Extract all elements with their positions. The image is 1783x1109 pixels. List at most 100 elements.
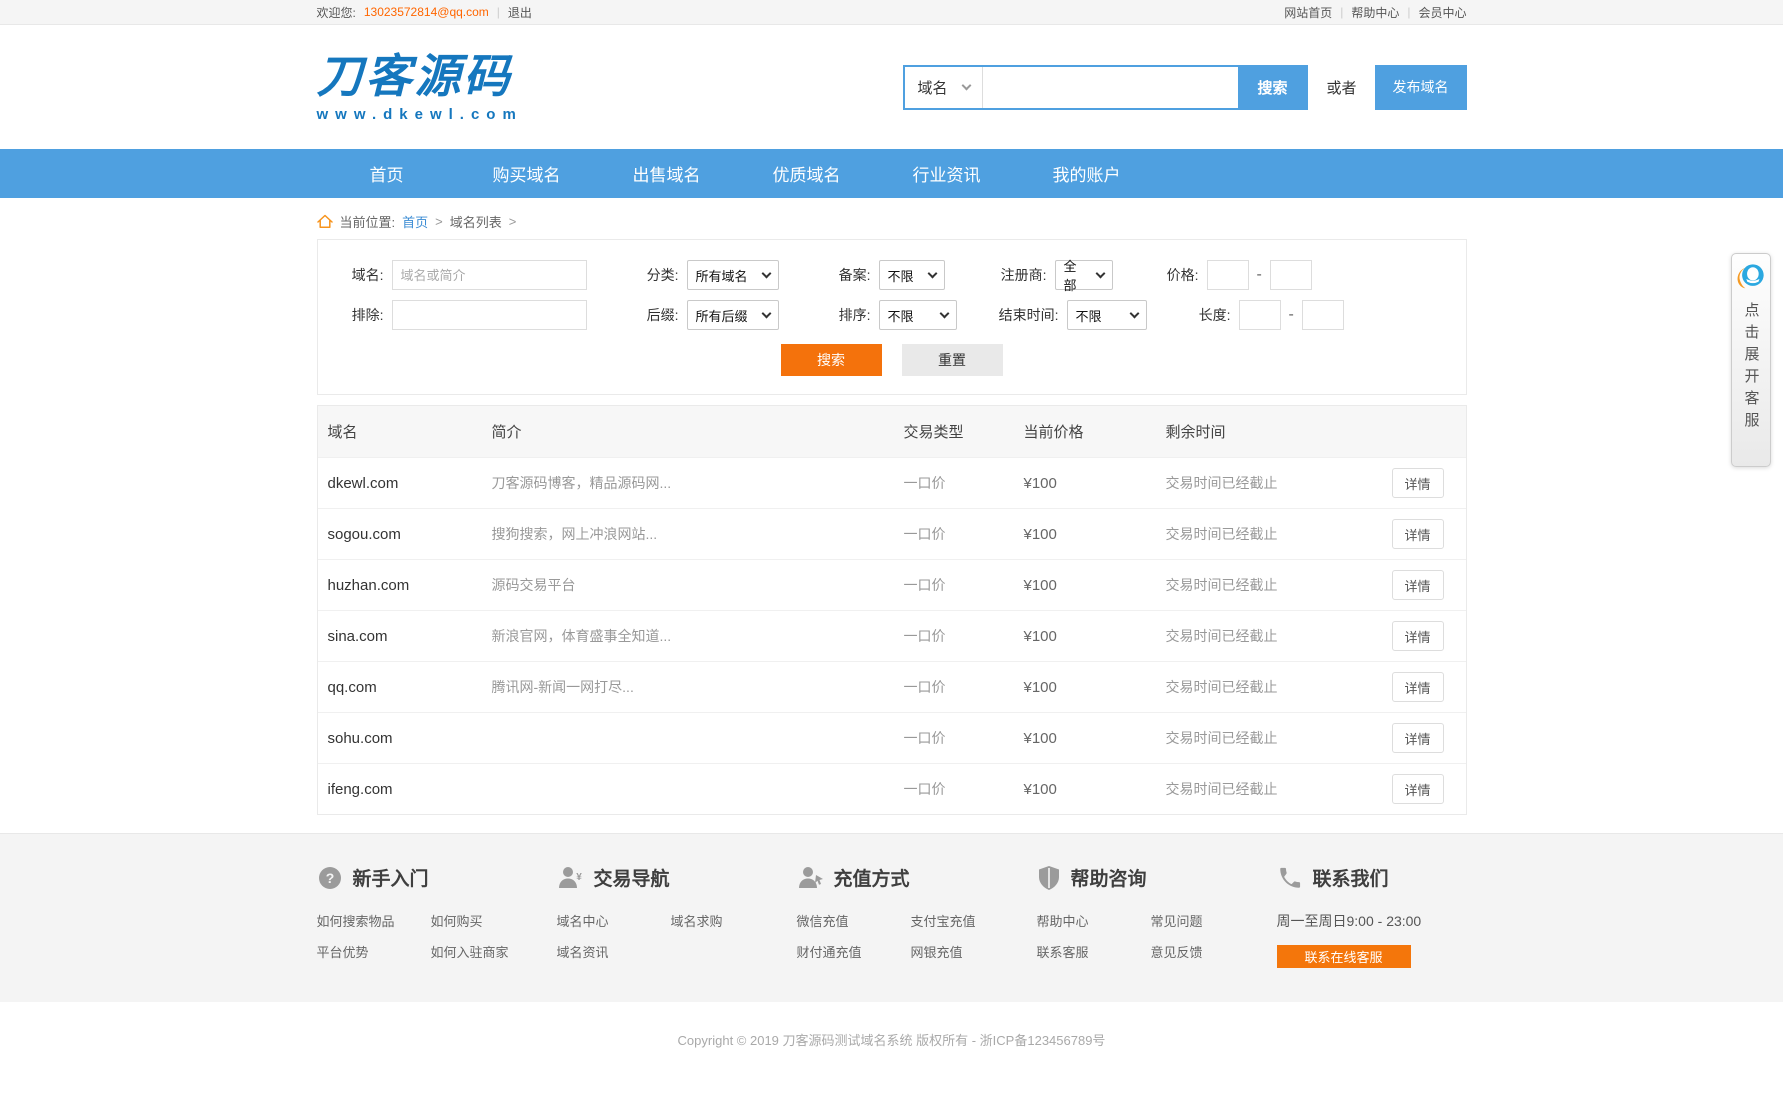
site-logo[interactable]: 刀客源码 www.dkewl.com (317, 53, 523, 122)
footer-link[interactable]: 如何搜索物品 (317, 911, 421, 930)
detail-button[interactable]: 详情 (1392, 519, 1444, 549)
footer-link[interactable]: 域名中心 (557, 911, 661, 930)
cell-time: 交易时间已经截止 (1166, 677, 1392, 697)
contact-service-button[interactable]: 联系在线客服 (1277, 945, 1411, 968)
chevron-down-icon (761, 308, 771, 318)
footer-section-contact: 联系我们 周一至周日9:00 - 23:00 联系在线客服 (1277, 864, 1422, 968)
sort-select[interactable]: 不限 (879, 300, 957, 330)
record-filter-label: 备案: (825, 265, 871, 285)
footer-link[interactable]: 域名资讯 (557, 942, 661, 961)
breadcrumb-home-link[interactable]: 首页 (402, 212, 428, 231)
footer-link[interactable]: 平台优势 (317, 942, 421, 961)
record-select[interactable]: 不限 (879, 260, 945, 290)
search-button[interactable]: 搜索 (1238, 67, 1306, 108)
footer-link[interactable]: 支付宝充值 (911, 911, 1037, 930)
length-max-input[interactable] (1302, 300, 1344, 330)
nav-item-sell-domain[interactable]: 出售域名 (597, 149, 737, 198)
nav-item-my-account[interactable]: 我的账户 (1017, 149, 1157, 198)
footer-link[interactable]: 财付通充值 (797, 942, 901, 961)
search-category-value: 域名 (917, 77, 947, 98)
footer-link[interactable]: 帮助中心 (1037, 911, 1141, 930)
endtime-filter-label: 结束时间: (997, 305, 1059, 325)
category-select[interactable]: 所有域名 (687, 260, 779, 290)
cell-type: 一口价 (904, 728, 1024, 748)
footer-link[interactable]: 微信充值 (797, 911, 901, 930)
domain-filter-input[interactable] (392, 260, 587, 290)
endtime-select[interactable]: 不限 (1067, 300, 1147, 330)
main-nav: 首页 购买域名 出售域名 优质域名 行业资讯 我的账户 (0, 149, 1783, 198)
footer-link[interactable]: 如何入驻商家 (431, 942, 557, 961)
chevron-down-icon (1095, 268, 1105, 278)
cell-time: 交易时间已经截止 (1166, 626, 1392, 646)
col-header-desc: 简介 (492, 421, 904, 442)
home-icon (317, 214, 333, 229)
qq-icon (1736, 262, 1766, 292)
length-min-input[interactable] (1239, 300, 1281, 330)
domain-table: 域名 简介 交易类型 当前价格 剩余时间 dkewl.com 刀客源码博客，精品… (317, 405, 1467, 815)
cell-domain: ifeng.com (328, 781, 492, 798)
chevron-down-icon (962, 80, 972, 90)
cell-time: 交易时间已经截止 (1166, 473, 1392, 493)
detail-button[interactable]: 详情 (1392, 570, 1444, 600)
domain-filter-label: 域名: (334, 265, 384, 285)
search-input[interactable] (983, 67, 1238, 108)
topbar-link-home[interactable]: 网站首页 (1284, 4, 1332, 21)
suffix-select[interactable]: 所有后缀 (687, 300, 779, 330)
registrar-select[interactable]: 全部 (1055, 260, 1113, 290)
filter-panel: 域名: 分类: 所有域名 备案: 不限 注册商: 全部 (317, 239, 1467, 395)
detail-button[interactable]: 详情 (1392, 468, 1444, 498)
nav-item-home[interactable]: 首页 (317, 149, 457, 198)
search-category-select[interactable]: 域名 (905, 67, 983, 108)
cell-type: 一口价 (904, 473, 1024, 493)
nav-item-premium-domain[interactable]: 优质域名 (737, 149, 877, 198)
suffix-filter-label: 后缀: (633, 305, 679, 325)
footer-link[interactable]: 网银充值 (911, 942, 1037, 961)
nav-item-buy-domain[interactable]: 购买域名 (457, 149, 597, 198)
suffix-select-value: 所有后缀 (696, 306, 748, 325)
detail-button[interactable]: 详情 (1392, 621, 1444, 651)
table-row: qq.com 腾讯网-新闻一网打尽... 一口价 ¥100 交易时间已经截止 详… (318, 661, 1466, 712)
filter-search-button[interactable]: 搜索 (781, 344, 882, 376)
publish-domain-button[interactable]: 发布域名 (1375, 65, 1467, 110)
length-filter-label: 长度: (1191, 305, 1231, 325)
logout-link[interactable]: 退出 (508, 4, 532, 21)
exclude-filter-label: 排除: (334, 305, 384, 325)
footer-link[interactable]: 如何购买 (431, 911, 557, 930)
breadcrumb-current: 域名列表 (450, 212, 502, 231)
price-max-input[interactable] (1270, 260, 1312, 290)
nav-item-industry-news[interactable]: 行业资讯 (877, 149, 1017, 198)
footer-section-help: 帮助咨询 帮助中心 常见问题 联系客服 意见反馈 (1037, 864, 1277, 968)
detail-button[interactable]: 详情 (1392, 723, 1444, 753)
svg-text:?: ? (325, 870, 334, 886)
col-header-time: 剩余时间 (1166, 421, 1392, 442)
user-arrow-icon (797, 865, 824, 891)
table-row: sina.com 新浪官网，体育盛事全知道... 一口价 ¥100 交易时间已经… (318, 610, 1466, 661)
exclude-filter-input[interactable] (392, 300, 587, 330)
cell-price: ¥100 (1024, 475, 1166, 492)
cell-desc: 搜狗搜索，网上冲浪网站... (492, 524, 904, 544)
chevron-down-icon (927, 268, 937, 278)
filter-reset-button[interactable]: 重置 (902, 344, 1003, 376)
cell-domain: sogou.com (328, 526, 492, 543)
footer-section-title: 交易导航 (594, 864, 670, 891)
cell-domain: qq.com (328, 679, 492, 696)
footer-link[interactable]: 域名求购 (671, 911, 797, 930)
cell-price: ¥100 (1024, 526, 1166, 543)
price-min-input[interactable] (1207, 260, 1249, 290)
chevron-down-icon (939, 308, 949, 318)
detail-button[interactable]: 详情 (1392, 672, 1444, 702)
range-separator: - (1257, 266, 1262, 284)
topbar-link-member[interactable]: 会员中心 (1418, 4, 1466, 21)
footer-link[interactable]: 意见反馈 (1151, 942, 1277, 961)
topbar-link-help[interactable]: 帮助中心 (1351, 4, 1399, 21)
detail-button[interactable]: 详情 (1392, 774, 1444, 804)
customer-service-widget[interactable]: 点击展开客服 (1731, 253, 1771, 467)
question-circle-icon: ? (317, 865, 343, 891)
user-yen-icon: ¥ (557, 865, 584, 891)
category-filter-label: 分类: (633, 265, 679, 285)
footer-link[interactable]: 常见问题 (1151, 911, 1277, 930)
cell-price: ¥100 (1024, 577, 1166, 594)
cell-type: 一口价 (904, 626, 1024, 646)
footer-link[interactable]: 联系客服 (1037, 942, 1141, 961)
sort-filter-label: 排序: (825, 305, 871, 325)
